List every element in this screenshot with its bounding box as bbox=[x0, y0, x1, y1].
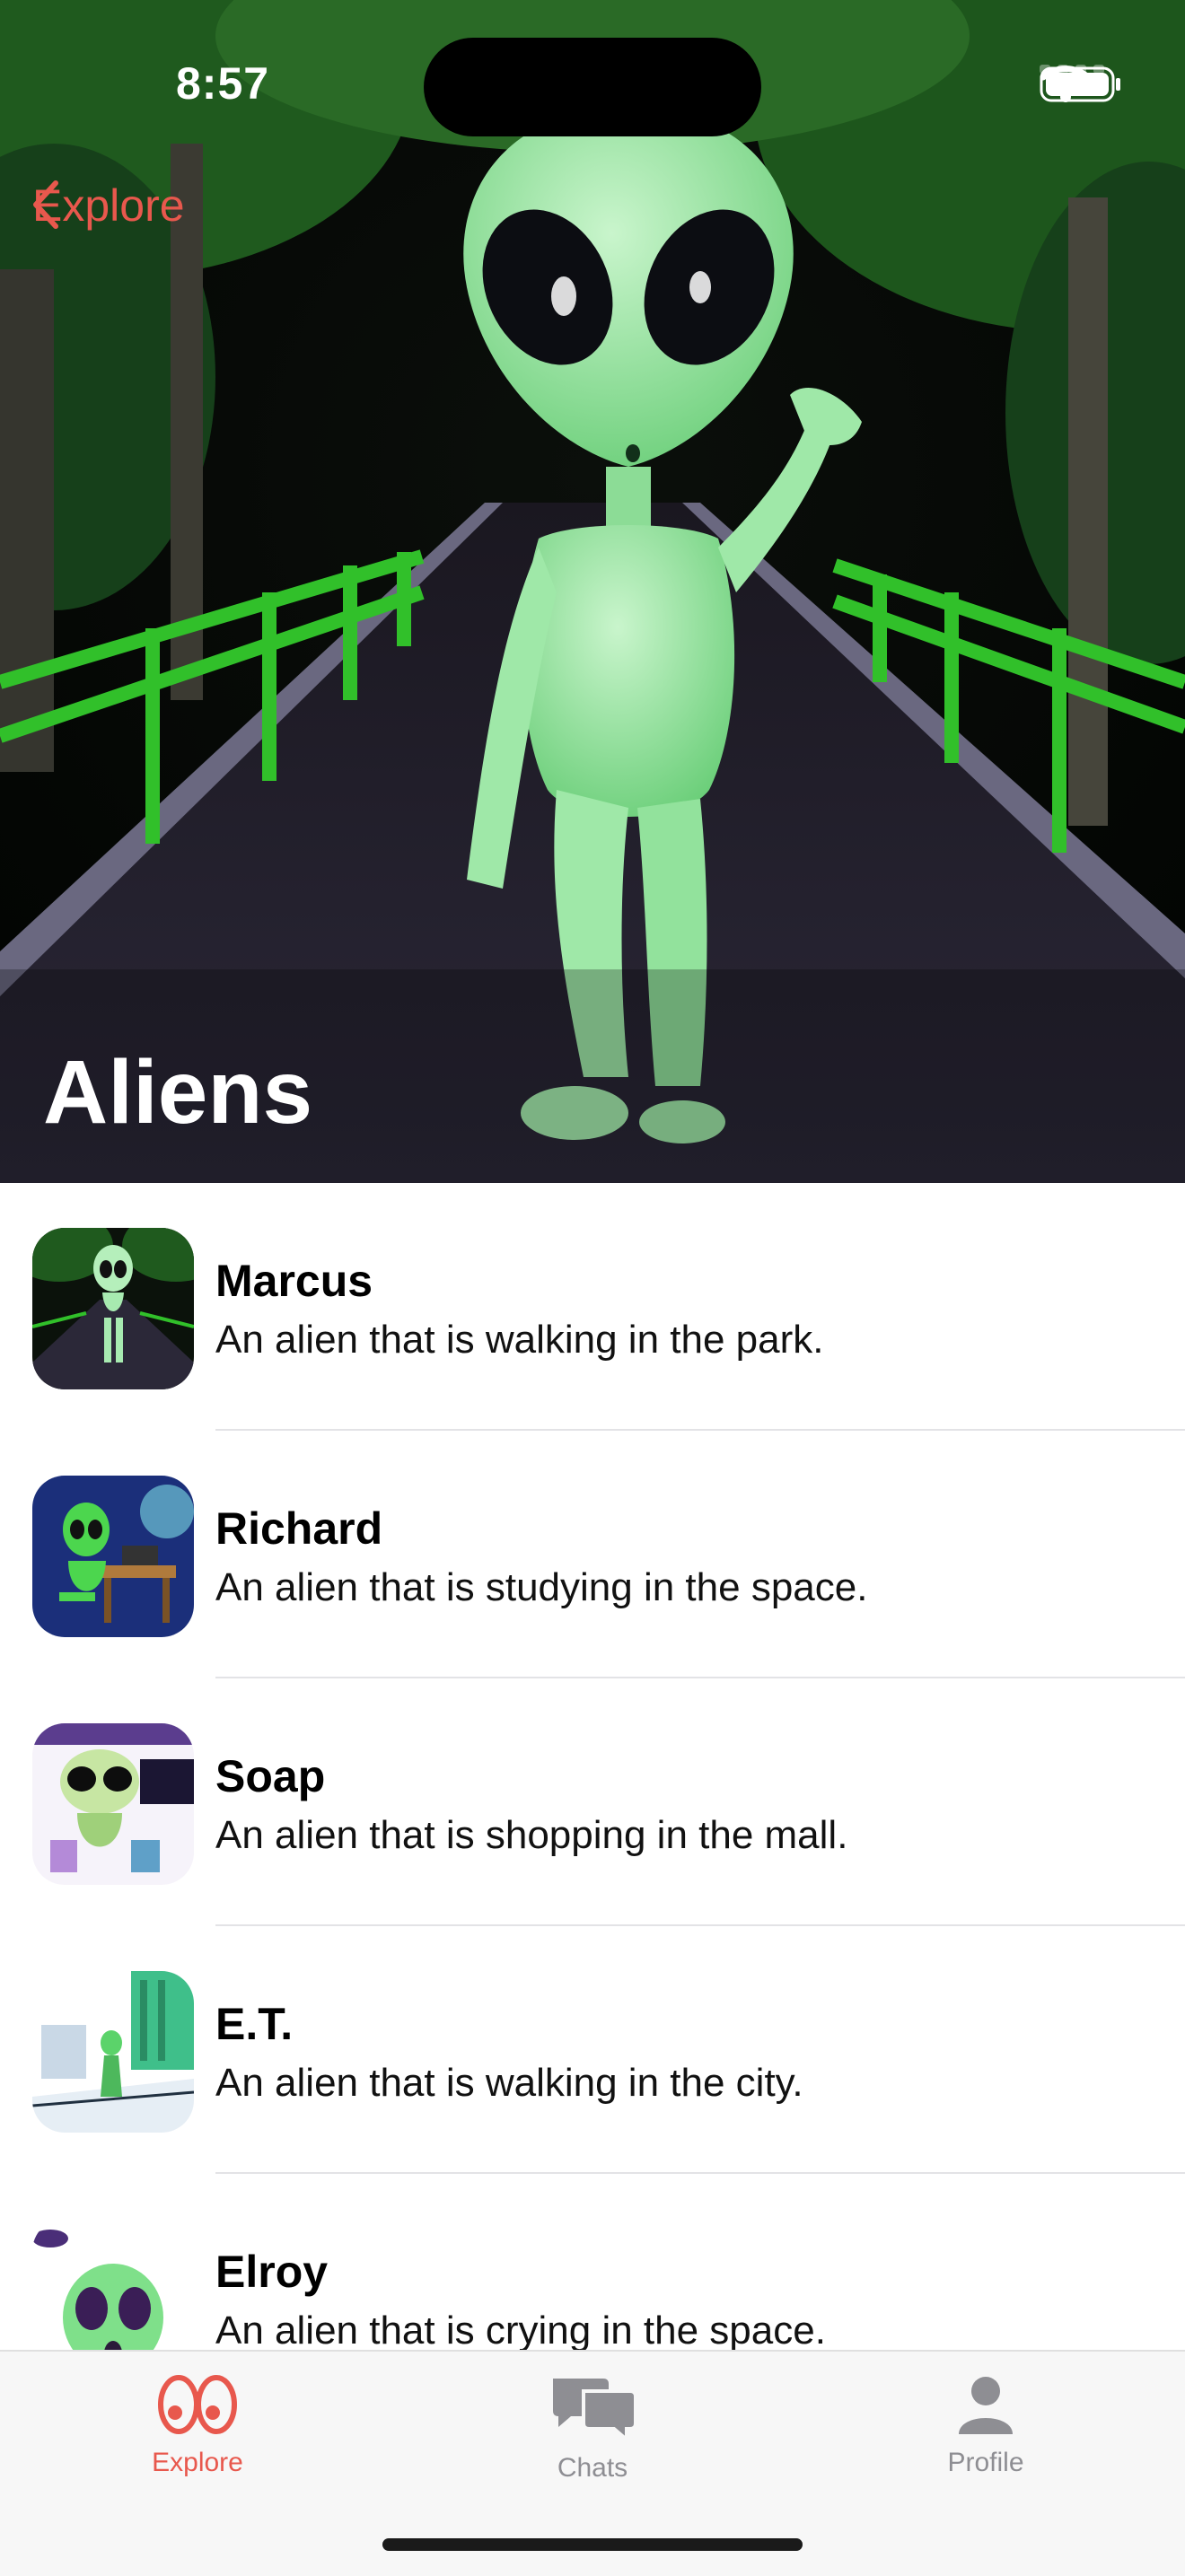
character-name: Marcus bbox=[215, 1256, 373, 1306]
alien-park-illustration bbox=[0, 0, 1185, 1183]
person-icon bbox=[959, 2377, 1013, 2434]
list-item[interactable]: Elroy An alien that is crying in the spa… bbox=[0, 2174, 1185, 2350]
hero-image: 8:57 Explore Aliens bbox=[0, 0, 1185, 1183]
tab-label: Explore bbox=[152, 2448, 243, 2477]
status-icons bbox=[1040, 65, 1120, 102]
character-name: Richard bbox=[215, 1503, 383, 1554]
character-list: Marcus An alien that is walking in the p… bbox=[0, 1183, 1185, 2350]
avatar bbox=[32, 1723, 194, 1885]
character-description: An alien that is studying in the space. bbox=[215, 1565, 868, 1609]
avatar bbox=[32, 2219, 194, 2350]
dynamic-island bbox=[424, 38, 761, 136]
character-name: Elroy bbox=[215, 2247, 329, 2297]
character-name: Soap bbox=[215, 1751, 326, 1801]
avatar bbox=[32, 1971, 194, 2133]
chat-bubbles-icon bbox=[553, 2379, 637, 2444]
character-description: An alien that is shopping in the mall. bbox=[215, 1813, 848, 1857]
list-item[interactable]: Soap An alien that is shopping in the ma… bbox=[0, 1678, 1185, 1926]
avatar bbox=[32, 1476, 194, 1637]
home-indicator bbox=[382, 2538, 803, 2551]
list-item[interactable]: Richard An alien that is studying in the… bbox=[0, 1431, 1185, 1678]
list-item[interactable]: Marcus An alien that is walking in the p… bbox=[0, 1183, 1185, 1431]
chevron-left-icon bbox=[33, 180, 58, 229]
tab-chats[interactable]: Chats bbox=[476, 2373, 709, 2484]
tab-label: Chats bbox=[557, 2453, 628, 2483]
character-description: An alien that is crying in the space. bbox=[215, 2309, 826, 2350]
avatar bbox=[32, 1228, 194, 1389]
eyes-icon bbox=[158, 2375, 237, 2434]
page-title: Aliens bbox=[43, 1042, 313, 1143]
character-name: E.T. bbox=[215, 1999, 294, 2049]
back-button[interactable]: Explore bbox=[32, 180, 185, 232]
tab-label: Profile bbox=[947, 2448, 1024, 2477]
tab-profile[interactable]: Profile bbox=[869, 2373, 1102, 2478]
list-item[interactable]: E.T. An alien that is walking in the cit… bbox=[0, 1926, 1185, 2174]
battery-icon bbox=[1040, 66, 1120, 102]
character-description: An alien that is walking in the park. bbox=[215, 1318, 824, 1362]
tab-explore[interactable]: Explore bbox=[81, 2373, 314, 2478]
status-time: 8:57 bbox=[176, 58, 270, 109]
character-description: An alien that is walking in the city. bbox=[215, 2061, 803, 2105]
